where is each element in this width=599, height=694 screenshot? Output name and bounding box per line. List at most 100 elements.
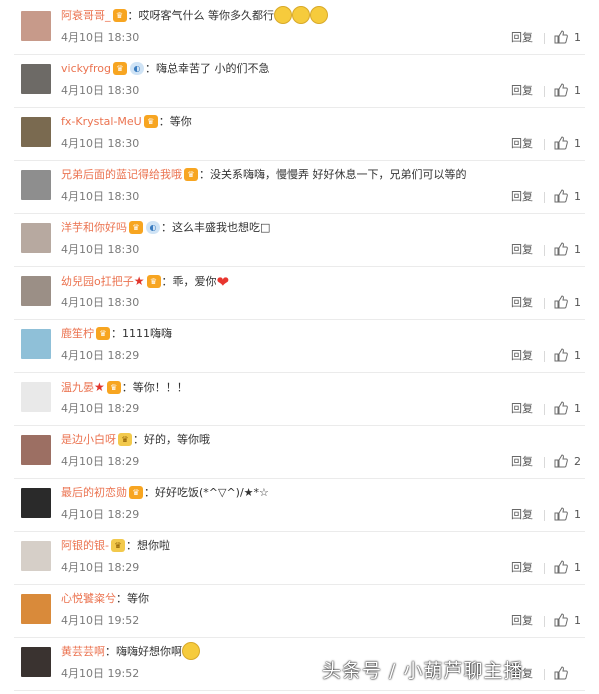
user-avatar[interactable] (21, 170, 51, 200)
user-avatar[interactable] (21, 11, 51, 41)
like-button[interactable]: 1 (554, 560, 581, 576)
user-avatar[interactable] (21, 435, 51, 465)
like-button[interactable]: 1 (554, 136, 581, 152)
emoji-face-icon (310, 6, 328, 24)
comment-line: 兄弟后面的蓝记得给我哦 ♛ ：没关系嗨嗨，慢慢弄 好好休息一下，兄弟们可以等的 (61, 165, 581, 185)
reply-button[interactable]: 回复 (511, 295, 533, 311)
thumbs-up-icon (554, 560, 568, 574)
comment-text: ：等你！！！ (121, 381, 188, 394)
comment-row: 阿银的银- ♛ ：想你啦 4月10日 18:29 回复 1 (14, 532, 585, 585)
thumbs-up-icon (554, 242, 568, 256)
user-avatar[interactable] (21, 64, 51, 94)
comment-timestamp: 4月10日 18:29 (61, 349, 140, 362)
reply-button[interactable]: 回复 (511, 454, 533, 470)
username-link[interactable]: 心悦饕粢兮 (61, 592, 116, 605)
reply-button[interactable]: 回复 (511, 189, 533, 205)
reply-button[interactable]: 回复 (511, 507, 533, 523)
divider (544, 616, 545, 627)
username-link[interactable]: 黄芸芸啊 (61, 645, 105, 658)
username-link[interactable]: fx-Krystal-MeU (61, 115, 142, 128)
like-count: 1 (574, 243, 581, 256)
comment-line: 温九晏★ ♛ ：等你！！！ (61, 377, 581, 397)
username-link[interactable]: vickyfrog (61, 62, 111, 75)
username-link[interactable]: 温九晏 (61, 381, 94, 394)
like-button[interactable]: 1 (554, 401, 581, 417)
divider (544, 457, 545, 468)
comment-text: ：没关系嗨嗨，慢慢弄 好好休息一下，兄弟们可以等的 (199, 168, 467, 181)
reply-button[interactable]: 回复 (511, 560, 533, 576)
username-link[interactable]: 是边小白呀 (61, 433, 116, 446)
comment-row: 阿衰哥哥_ ♛ ：哎呀客气什么 等你多久都行 4月10日 18:30 回复 1 (14, 2, 585, 55)
like-button[interactable]: 1 (554, 613, 581, 629)
user-avatar[interactable] (21, 382, 51, 412)
comment-timestamp: 4月10日 19:52 (61, 667, 140, 680)
comment-row: 最后的初恋勋 ♛ ：好好吃饭(*^▽^)/★*☆ 4月10日 18:29 回复 1 (14, 479, 585, 532)
comment-row: 兄弟后面的蓝记得给我哦 ♛ ：没关系嗨嗨，慢慢弄 好好休息一下，兄弟们可以等的 4月1… (14, 161, 585, 214)
like-count: 2 (574, 455, 581, 468)
user-avatar[interactable] (21, 594, 51, 624)
like-button[interactable]: 1 (554, 348, 581, 364)
comment-line: 最后的初恋勋 ♛ ：好好吃饭(*^▽^)/★*☆ (61, 483, 581, 503)
user-avatar[interactable] (21, 541, 51, 571)
reply-button[interactable]: 回复 (511, 613, 533, 629)
divider (544, 298, 545, 309)
like-count: 1 (574, 296, 581, 309)
comment-timestamp: 4月10日 18:29 (61, 455, 140, 468)
comment-line: vickyfrog ♛ ◐ ：嗨总幸苦了 小的们不急 (61, 59, 581, 79)
user-avatar[interactable] (21, 329, 51, 359)
like-button[interactable]: 1 (554, 189, 581, 205)
thumbs-up-icon (554, 136, 568, 150)
reply-button[interactable]: 回复 (511, 136, 533, 152)
comment-timestamp: 4月10日 18:29 (61, 508, 140, 521)
user-avatar[interactable] (21, 276, 51, 306)
comment-row: 洋芋和你好吗 ♛ ◐ ：这么丰盛我也想吃□ 4月10日 18:30 回复 1 (14, 214, 585, 267)
comment-row: 幼兒园o扛把子★ ♛ ：乖，爱你❤ 4月10日 18:30 回复 1 (14, 267, 585, 320)
comment-text: ：这么丰盛我也想吃□ (161, 221, 271, 234)
thumbs-up-icon (554, 666, 568, 680)
like-button[interactable]: 1 (554, 83, 581, 99)
emoji-face-icon (182, 642, 200, 660)
comment-list: 阿衰哥哥_ ♛ ：哎呀客气什么 等你多久都行 4月10日 18:30 回复 1 vickyf… (0, 0, 599, 694)
comment-text: ：等你 (116, 592, 149, 605)
thumbs-up-icon (554, 83, 568, 97)
like-button[interactable]: 2 (554, 454, 581, 470)
vip-badge-icon: ♛ (146, 274, 161, 288)
like-count: 1 (574, 614, 581, 627)
reply-button[interactable]: 回复 (511, 30, 533, 46)
comment-timestamp: 4月10日 18:30 (61, 296, 140, 309)
reply-button[interactable]: 回复 (511, 348, 533, 364)
like-count: 1 (574, 31, 581, 44)
reply-button[interactable]: 回复 (511, 83, 533, 99)
like-button[interactable]: 1 (554, 30, 581, 46)
username-link[interactable]: 兄弟后面的蓝记得给我哦 (61, 168, 182, 181)
comment-line: 洋芋和你好吗 ♛ ◐ ：这么丰盛我也想吃□ (61, 218, 581, 238)
username-link[interactable]: 洋芋和你好吗 (61, 221, 127, 234)
like-button[interactable]: 1 (554, 295, 581, 311)
username-link[interactable]: 幼兒园o扛把子 (61, 275, 134, 288)
emoji-face-icon (274, 6, 292, 24)
thumbs-up-icon (554, 348, 568, 362)
reply-button[interactable]: 回复 (511, 401, 533, 417)
like-count: 1 (574, 190, 581, 203)
comment-text: ：想你啦 (125, 539, 170, 552)
reply-button[interactable]: 回复 (511, 242, 533, 258)
comment-row: 鹿笙柠 ♛ ：1111嗨嗨 4月10日 18:29 回复 1 (14, 320, 585, 373)
divider (544, 510, 545, 521)
username-link[interactable]: 鹿笙柠 (61, 327, 94, 340)
user-avatar[interactable] (21, 117, 51, 147)
comment-row: 温九晏★ ♛ ：等你！！！ 4月10日 18:29 回复 1 (14, 373, 585, 426)
like-button[interactable]: 1 (554, 242, 581, 258)
like-button[interactable]: 1 (554, 507, 581, 523)
username-link[interactable]: 阿银的银- (61, 539, 109, 552)
divider (544, 139, 545, 150)
like-count: 1 (574, 508, 581, 521)
user-avatar[interactable] (21, 647, 51, 677)
user-avatar[interactable] (21, 488, 51, 518)
divider (544, 245, 545, 256)
username-link[interactable]: 阿衰哥哥_ (61, 9, 111, 22)
user-avatar[interactable] (21, 223, 51, 253)
thumbs-up-icon (554, 613, 568, 627)
comment-text: ：1111嗨嗨 (111, 327, 172, 340)
like-button[interactable] (554, 666, 574, 682)
username-link[interactable]: 最后的初恋勋 (61, 486, 127, 499)
